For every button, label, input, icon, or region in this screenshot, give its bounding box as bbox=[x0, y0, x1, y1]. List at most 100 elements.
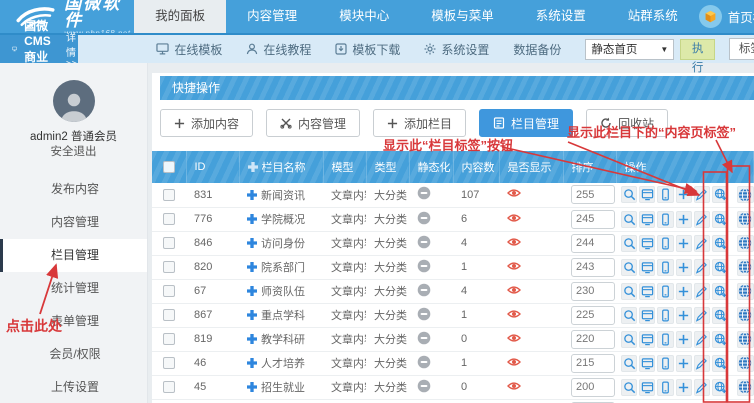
edit-pencil-icon[interactable] bbox=[694, 259, 710, 276]
home-tag-link[interactable]: 首页标签 bbox=[728, 7, 754, 26]
sort-input[interactable] bbox=[571, 185, 615, 204]
top-nav-item[interactable]: 系统设置 bbox=[515, 0, 607, 33]
tag-cache-button[interactable]: 标签缓 bbox=[729, 38, 754, 60]
edit-pencil-icon[interactable] bbox=[694, 235, 710, 252]
content-page-tag-icon[interactable] bbox=[737, 211, 753, 228]
toolbar-link[interactable]: 在线模板 bbox=[156, 41, 222, 58]
preview-icon[interactable] bbox=[639, 235, 655, 252]
sort-input[interactable] bbox=[571, 258, 615, 277]
visible-eye-icon[interactable] bbox=[507, 188, 521, 198]
row-checkbox[interactable] bbox=[163, 285, 175, 297]
add-sub-column-icon[interactable] bbox=[676, 307, 692, 324]
top-nav-item[interactable]: 我的面板 bbox=[134, 0, 226, 33]
add-sub-column-icon[interactable] bbox=[676, 211, 692, 228]
logout-link[interactable]: 安全退出 bbox=[0, 145, 147, 160]
expand-plus-icon[interactable] bbox=[247, 262, 257, 272]
add-sub-column-icon[interactable] bbox=[676, 379, 692, 396]
preview-icon[interactable] bbox=[639, 259, 655, 276]
column-tag-icon[interactable] bbox=[712, 331, 728, 348]
add-sub-column-icon[interactable] bbox=[676, 331, 692, 348]
content-page-tag-icon[interactable] bbox=[737, 283, 753, 300]
static-off-icon[interactable] bbox=[417, 186, 431, 200]
visible-eye-icon[interactable] bbox=[507, 309, 521, 319]
edit-pencil-icon[interactable] bbox=[694, 379, 710, 396]
sort-input[interactable] bbox=[571, 282, 615, 301]
static-off-icon[interactable] bbox=[417, 259, 431, 273]
edit-pencil-icon[interactable] bbox=[694, 307, 710, 324]
column-name-link[interactable]: 新闻资讯 bbox=[261, 190, 305, 202]
edit-pencil-icon[interactable] bbox=[694, 331, 710, 348]
visible-eye-icon[interactable] bbox=[507, 237, 521, 247]
column-name-link[interactable]: 学院概况 bbox=[261, 214, 305, 226]
edit-pencil-icon[interactable] bbox=[694, 355, 710, 372]
mobile-icon[interactable] bbox=[657, 379, 673, 396]
search-icon[interactable] bbox=[621, 283, 637, 300]
mobile-icon[interactable] bbox=[657, 283, 673, 300]
sort-input[interactable] bbox=[571, 378, 615, 397]
content-page-tag-icon[interactable] bbox=[737, 331, 753, 348]
static-off-icon[interactable] bbox=[417, 235, 431, 249]
expand-plus-icon[interactable] bbox=[247, 238, 257, 248]
content-page-tag-icon[interactable] bbox=[737, 307, 753, 324]
preview-icon[interactable] bbox=[639, 283, 655, 300]
toolbar-link[interactable]: 模板下载 bbox=[335, 41, 400, 58]
column-tag-icon[interactable] bbox=[712, 211, 728, 228]
add-sub-column-icon[interactable] bbox=[676, 355, 692, 372]
sidebar-item[interactable]: 栏目管理 bbox=[0, 239, 147, 272]
avatar[interactable] bbox=[53, 80, 95, 122]
sort-input[interactable] bbox=[571, 330, 615, 349]
quick-action-button[interactable]: 添加内容 bbox=[160, 109, 253, 137]
sidebar-item[interactable]: 会员/权限 bbox=[0, 338, 147, 371]
sort-input[interactable] bbox=[571, 210, 615, 229]
row-checkbox[interactable] bbox=[163, 213, 175, 225]
column-name-link[interactable]: 师资队伍 bbox=[261, 286, 305, 298]
sort-input[interactable] bbox=[571, 234, 615, 253]
column-tag-icon[interactable] bbox=[712, 259, 728, 276]
column-tag-icon[interactable] bbox=[712, 379, 728, 396]
column-tag-icon[interactable] bbox=[712, 235, 728, 252]
expand-plus-icon[interactable] bbox=[247, 310, 257, 320]
column-tag-icon[interactable] bbox=[712, 355, 728, 372]
search-icon[interactable] bbox=[621, 307, 637, 324]
visible-eye-icon[interactable] bbox=[507, 213, 521, 223]
add-sub-column-icon[interactable] bbox=[676, 283, 692, 300]
edit-pencil-icon[interactable] bbox=[694, 211, 710, 228]
column-tag-icon[interactable] bbox=[712, 283, 728, 300]
static-off-icon[interactable] bbox=[417, 307, 431, 321]
sort-input[interactable] bbox=[571, 354, 615, 373]
column-name-link[interactable]: 重点学科 bbox=[261, 310, 305, 322]
mobile-icon[interactable] bbox=[657, 259, 673, 276]
mobile-icon[interactable] bbox=[657, 307, 673, 324]
row-checkbox[interactable] bbox=[163, 309, 175, 321]
sidebar-item[interactable]: 统计管理 bbox=[0, 272, 147, 305]
mobile-icon[interactable] bbox=[657, 235, 673, 252]
sidebar-item[interactable]: 上传设置 bbox=[0, 371, 147, 403]
home-tag-cube-icon[interactable] bbox=[699, 5, 722, 28]
visible-eye-icon[interactable] bbox=[507, 333, 521, 343]
content-page-tag-icon[interactable] bbox=[737, 379, 753, 396]
column-name-link[interactable]: 人才培养 bbox=[261, 358, 305, 370]
content-page-tag-icon[interactable] bbox=[737, 259, 753, 276]
search-icon[interactable] bbox=[621, 259, 637, 276]
quick-action-button[interactable]: 栏目管理 bbox=[479, 109, 573, 137]
content-page-tag-icon[interactable] bbox=[737, 355, 753, 372]
mobile-icon[interactable] bbox=[657, 211, 673, 228]
search-icon[interactable] bbox=[621, 211, 637, 228]
column-name-link[interactable]: 教学科研 bbox=[261, 334, 305, 346]
content-page-tag-icon[interactable] bbox=[737, 186, 753, 203]
sidebar-item[interactable]: 内容管理 bbox=[0, 206, 147, 239]
visible-eye-icon[interactable] bbox=[507, 261, 521, 271]
column-tag-icon[interactable] bbox=[712, 307, 728, 324]
toolbar-link[interactable]: 在线教程 bbox=[246, 41, 311, 58]
visible-eye-icon[interactable] bbox=[507, 357, 521, 367]
toolbar-link[interactable]: 系统设置 bbox=[424, 41, 489, 58]
static-off-icon[interactable] bbox=[417, 355, 431, 369]
preview-icon[interactable] bbox=[639, 355, 655, 372]
static-off-icon[interactable] bbox=[417, 379, 431, 393]
preview-icon[interactable] bbox=[639, 186, 655, 203]
row-checkbox[interactable] bbox=[163, 333, 175, 345]
expand-plus-icon[interactable] bbox=[247, 190, 257, 200]
preview-icon[interactable] bbox=[639, 211, 655, 228]
expand-plus-icon[interactable] bbox=[247, 358, 257, 368]
add-sub-column-icon[interactable] bbox=[676, 235, 692, 252]
